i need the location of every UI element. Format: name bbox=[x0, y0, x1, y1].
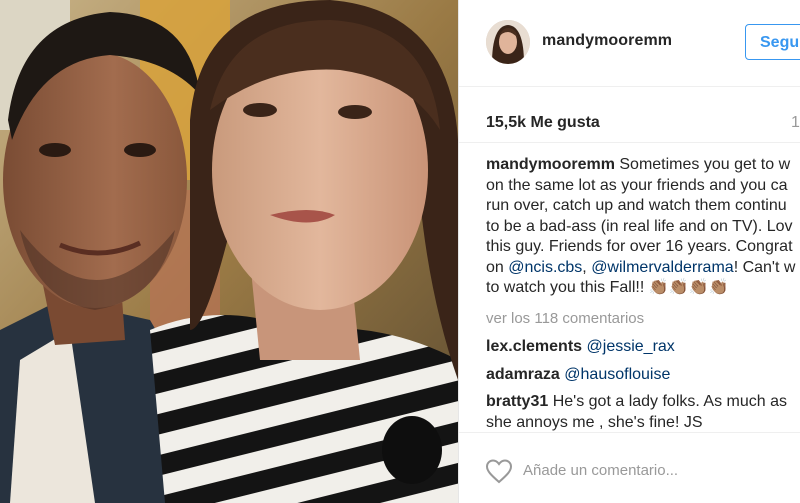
comments-section: mandymooremm Sometimes you get to w on t… bbox=[486, 155, 800, 433]
post-footer bbox=[459, 432, 800, 503]
post-time-ago[interactable]: 1 sem bbox=[791, 114, 800, 132]
caption-username[interactable]: mandymooremm bbox=[486, 156, 615, 173]
clapping-hands-emoji: 👏🏽👏🏽👏🏽👏🏽 bbox=[648, 279, 729, 296]
caption-line: run over, catch up and watch them contin… bbox=[486, 197, 787, 214]
likes-count[interactable]: 15,5k Me gusta bbox=[486, 114, 600, 132]
follow-button[interactable]: Seguir bbox=[745, 24, 800, 60]
comment-text: He's got a lady folks. As much as bbox=[552, 393, 787, 410]
caption-line: mandymooremm Sometimes you get to w bbox=[486, 155, 800, 176]
mention-link-wilmer[interactable]: @wilmervalderrama bbox=[591, 259, 734, 276]
comment-mention[interactable]: @jessie_rax bbox=[587, 338, 675, 355]
caption-line: this guy. Friends for over 16 years. Con… bbox=[486, 238, 793, 255]
caption-text: , bbox=[582, 258, 592, 276]
caption-line: on @ncis.cbs, @wilmervalderrama! Can't w bbox=[486, 258, 800, 279]
caption-text: on bbox=[486, 258, 509, 276]
post-details-panel: mandymooremm Seguir 15,5k Me gusta 1 sem… bbox=[459, 0, 800, 503]
avatar-image bbox=[486, 20, 530, 64]
post-photo[interactable] bbox=[0, 0, 458, 503]
view-all-comments-link[interactable]: ver los 118 comentarios bbox=[486, 309, 800, 330]
comment-username[interactable]: bratty31 bbox=[486, 393, 548, 410]
caption-line: to watch you this Fall!! 👏🏽👏🏽👏🏽👏🏽 bbox=[486, 278, 800, 299]
post-author-username[interactable]: mandymooremm bbox=[542, 32, 672, 50]
likes-row: 15,5k Me gusta 1 sem bbox=[459, 102, 800, 143]
caption-text: to watch you this Fall!! bbox=[486, 279, 649, 296]
avatar[interactable] bbox=[486, 20, 530, 64]
heart-outline-icon[interactable] bbox=[485, 458, 513, 484]
comment-mention[interactable]: @hausoflouise bbox=[564, 366, 670, 383]
comment-username[interactable]: lex.clements bbox=[486, 338, 582, 355]
comment-item: adamraza @hausoflouise bbox=[486, 365, 800, 386]
instagram-post-view: mandymooremm Seguir 15,5k Me gusta 1 sem… bbox=[0, 0, 800, 503]
caption: mandymooremm Sometimes you get to w on t… bbox=[486, 155, 800, 299]
caption-line: to be a bad-ass (in real life and on TV)… bbox=[486, 217, 793, 235]
caption-text: Sometimes you get to w bbox=[619, 156, 791, 173]
comment-text: she annoys me , she's fine! JS bbox=[486, 413, 703, 431]
comment-username[interactable]: adamraza bbox=[486, 366, 560, 383]
caption-line: on the same lot as your friends and you … bbox=[486, 176, 788, 194]
post-header: mandymooremm Seguir bbox=[459, 0, 800, 87]
caption-text: ! Can't w bbox=[733, 258, 796, 276]
mention-link-ncis[interactable]: @ncis.cbs bbox=[508, 259, 582, 276]
comment-item: bratty31 He's got a lady folks. As much … bbox=[486, 392, 800, 433]
comment-item: lex.clements @jessie_rax bbox=[486, 337, 800, 358]
selfie-image bbox=[0, 0, 458, 503]
add-comment-input[interactable] bbox=[523, 457, 800, 483]
